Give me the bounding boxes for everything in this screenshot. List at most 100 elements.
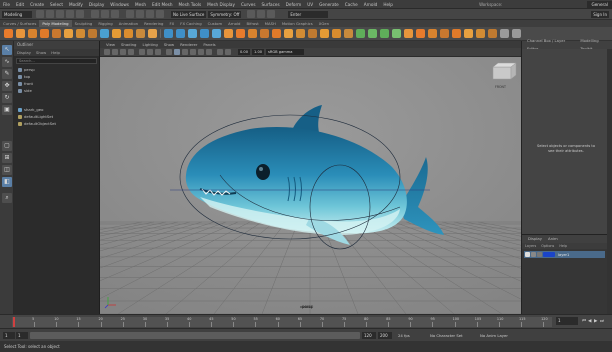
colorspace-dropdown[interactable]: sRGB gamma: [266, 49, 305, 55]
image-plane-icon[interactable]: [128, 49, 134, 55]
shelf-tab-arnold[interactable]: Arnold: [225, 20, 243, 27]
snap-view-plane-icon[interactable]: [156, 10, 164, 18]
shadows-icon[interactable]: [198, 49, 204, 55]
go-to-end-icon[interactable]: ⏭: [600, 319, 604, 324]
sign-in-button[interactable]: Sign In: [591, 10, 609, 18]
platonic-icon[interactable]: [87, 29, 97, 38]
gamma-field[interactable]: 1.00: [252, 49, 265, 55]
ipr-render-icon[interactable]: [257, 10, 266, 18]
menu-item-modify[interactable]: Modify: [66, 2, 86, 7]
reduce-icon[interactable]: [403, 29, 413, 38]
workspace-dropdown[interactable]: General: [587, 0, 612, 8]
go-to-start-icon[interactable]: ⏮: [582, 319, 586, 324]
outliner-menu-display[interactable]: Display: [17, 49, 31, 56]
menu-item-help[interactable]: Help: [380, 2, 396, 7]
separate-icon[interactable]: [175, 29, 185, 38]
viewport-menu-show[interactable]: Show: [161, 41, 177, 48]
xray-icon[interactable]: [217, 49, 223, 55]
lights-icon[interactable]: [190, 49, 196, 55]
persp-outliner-layout-icon[interactable]: ◧: [2, 177, 12, 187]
smooth-icon[interactable]: [187, 29, 197, 38]
menu-item-display[interactable]: Display: [86, 2, 107, 7]
bevel-icon[interactable]: [235, 29, 245, 38]
layout-uv-icon[interactable]: [391, 29, 401, 38]
undo-icon[interactable]: [66, 10, 74, 18]
outliner-menu-show[interactable]: Show: [36, 49, 46, 56]
time-slider-track[interactable]: 5 10 15 20 25 30 35 40 45 50 55 60 65 70 75 80 85 90 95 100…: [12, 317, 552, 327]
append-icon[interactable]: [259, 29, 269, 38]
shelf-tab-custom[interactable]: Custom: [205, 20, 226, 27]
menu-item-edit-mesh[interactable]: Edit Mesh: [149, 2, 175, 7]
planar-map-icon[interactable]: [367, 29, 377, 38]
new-scene-icon[interactable]: [36, 10, 44, 18]
view-cube[interactable]: [492, 62, 517, 80]
sphere-dup-icon[interactable]: [147, 29, 157, 38]
target-weld-icon[interactable]: [295, 29, 305, 38]
cone-icon[interactable]: [39, 29, 49, 38]
freeze-icon[interactable]: [511, 29, 521, 38]
reference-toggle-icon[interactable]: [537, 252, 542, 257]
menu-item-create[interactable]: Create: [27, 2, 47, 7]
film-gate-icon[interactable]: [147, 49, 153, 55]
live-surface-field[interactable]: No Live Surface: [171, 10, 207, 18]
menu-item-mesh-display[interactable]: Mesh Display: [204, 2, 238, 7]
combine-icon[interactable]: [163, 29, 173, 38]
range-bar[interactable]: [30, 332, 360, 339]
auto-map-icon[interactable]: [379, 29, 389, 38]
crease-icon[interactable]: [343, 29, 353, 38]
scale-tool-icon[interactable]: ▣: [2, 105, 12, 115]
isolate-select-icon[interactable]: [225, 49, 231, 55]
layer-menu-help[interactable]: Help: [559, 244, 567, 248]
outliner-item[interactable]: side: [14, 87, 99, 94]
menu-item-mesh-tools[interactable]: Mesh Tools: [176, 2, 205, 7]
smooth-proxy-icon[interactable]: [451, 29, 461, 38]
select-tool-icon[interactable]: ↖: [2, 45, 12, 55]
layer-row[interactable]: layer1: [524, 251, 605, 258]
layer-tab-anim[interactable]: Anim: [545, 235, 561, 243]
insert-edge-loop-icon[interactable]: [319, 29, 329, 38]
duplicate-face-icon[interactable]: [463, 29, 473, 38]
textured-icon[interactable]: [182, 49, 188, 55]
outliner-search-input[interactable]: Search...: [16, 58, 97, 64]
viewport-menu-renderer[interactable]: Renderer: [177, 41, 200, 48]
cube-icon[interactable]: [15, 29, 25, 38]
current-time-marker[interactable]: [13, 317, 15, 327]
render-frame-icon[interactable]: [247, 10, 256, 18]
play-forward-icon[interactable]: ▶: [594, 319, 598, 324]
shelf-tab-fx-caching[interactable]: FX Caching: [177, 20, 204, 27]
select-object-icon[interactable]: [101, 10, 109, 18]
ambient-occlusion-icon[interactable]: [206, 49, 212, 55]
menu-item-arnold[interactable]: Arnold: [361, 2, 381, 7]
shelf-tab-curves-surfaces[interactable]: Curves / Surfaces: [0, 20, 39, 27]
single-view-layout-icon[interactable]: ▢: [2, 141, 12, 151]
wireframe-icon[interactable]: [166, 49, 172, 55]
layer-menu-layers[interactable]: Layers: [525, 244, 536, 248]
viewport-menu-shading[interactable]: Shading: [118, 41, 139, 48]
select-component-icon[interactable]: [111, 10, 119, 18]
grid-toggle-icon[interactable]: [139, 49, 145, 55]
outliner-item[interactable]: persp: [14, 66, 99, 73]
end-frame-field[interactable]: 200: [378, 332, 392, 339]
shelf-tab-fx[interactable]: FX: [166, 20, 177, 27]
fill-hole-icon[interactable]: [271, 29, 281, 38]
viewport-menu-panels[interactable]: Panels: [200, 41, 218, 48]
menu-item-file[interactable]: File: [0, 2, 13, 7]
shelf-tab-bifrost[interactable]: Bifrost: [243, 20, 261, 27]
menu-item-uv[interactable]: UV: [304, 2, 316, 7]
menu-item-curves[interactable]: Curves: [238, 2, 259, 7]
mirror-icon[interactable]: [211, 29, 221, 38]
shelf-tab-rigging[interactable]: Rigging: [95, 20, 115, 27]
plane-icon[interactable]: [51, 29, 61, 38]
snap-grid-icon[interactable]: [126, 10, 134, 18]
shelf-tab-mash[interactable]: MASH: [262, 20, 279, 27]
open-scene-icon[interactable]: [46, 10, 54, 18]
layer-tab-display[interactable]: Display: [525, 235, 545, 243]
camera-attributes-icon[interactable]: [112, 49, 118, 55]
shelf-tab-rendering[interactable]: Rendering: [141, 20, 166, 27]
paint-select-tool-icon[interactable]: ✎: [2, 69, 12, 79]
menu-item-edit[interactable]: Edit: [13, 2, 27, 7]
layer-menu-options[interactable]: Options: [541, 244, 554, 248]
step-back-icon[interactable]: ◀: [588, 319, 592, 324]
boolean-icon[interactable]: [199, 29, 209, 38]
menu-item-windows[interactable]: Windows: [107, 2, 132, 7]
